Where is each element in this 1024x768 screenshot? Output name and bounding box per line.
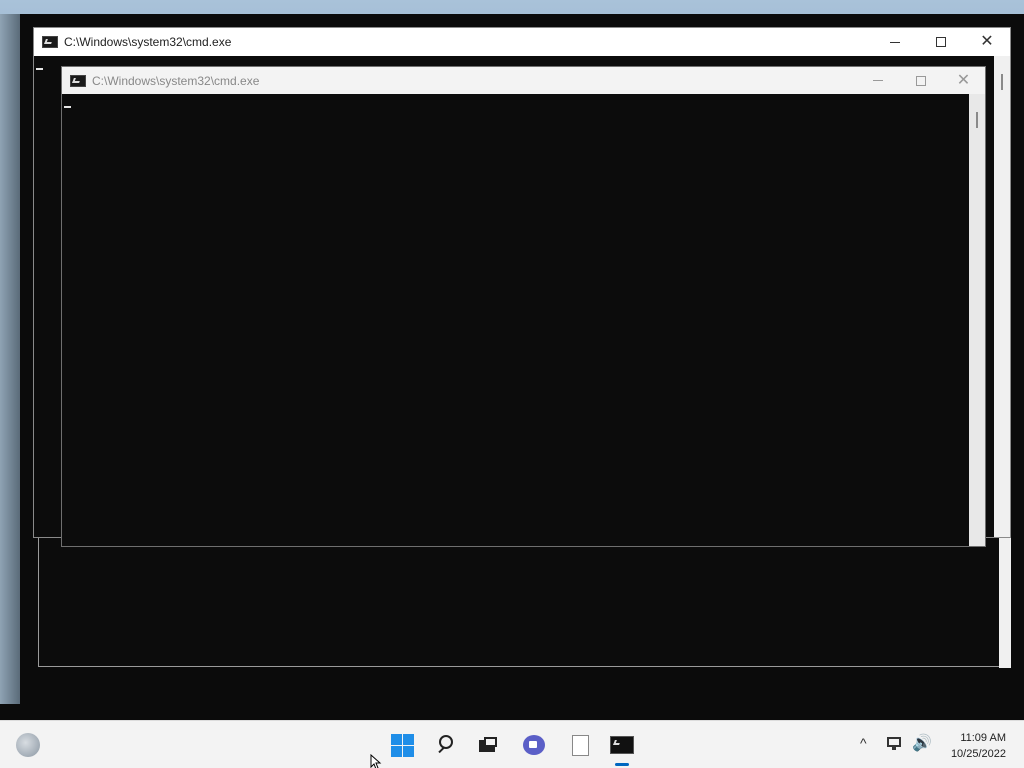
vertical-scrollbar[interactable] <box>994 56 1010 537</box>
taskbar: ^ 🔊 11:09 AM 10/25/2022 <box>0 720 1024 768</box>
start-tile <box>391 734 402 745</box>
text-cursor <box>36 68 43 70</box>
document-icon[interactable] <box>568 733 592 757</box>
scrollbar-thumb[interactable] <box>1001 74 1003 90</box>
cmd-taskbar-icon[interactable] <box>609 733 635 757</box>
network-icon[interactable] <box>887 735 905 751</box>
cmd-icon <box>70 74 86 87</box>
task-view-icon[interactable] <box>476 733 500 757</box>
close-button[interactable]: ✕ <box>964 28 1010 56</box>
active-app-indicator <box>615 763 629 766</box>
start-tile <box>391 746 402 757</box>
search-lens <box>439 735 453 749</box>
background-window-scrollbar[interactable] <box>999 537 1011 668</box>
clock-time: 11:09 AM <box>960 732 1006 744</box>
teams-chat-icon[interactable] <box>522 733 546 757</box>
document-page <box>571 734 589 756</box>
window-title: C:\Windows\system32\cmd.exe <box>64 35 232 49</box>
maximize-button[interactable] <box>918 28 964 56</box>
network-stand <box>892 747 896 750</box>
start-tile <box>403 734 414 745</box>
close-icon: ✕ <box>956 71 971 89</box>
scrollbar-thumb[interactable] <box>976 112 978 128</box>
cmd-screen <box>610 736 634 754</box>
window-controls: ✕ <box>872 28 1010 56</box>
window-title: C:\Windows\system32\cmd.exe <box>92 73 260 88</box>
minimize-button[interactable] <box>856 67 899 94</box>
background-console-window[interactable] <box>38 536 1011 668</box>
cmd-icon <box>42 36 58 48</box>
start-tile <box>403 746 414 757</box>
search-handle <box>438 746 445 754</box>
console-output[interactable] <box>62 94 969 546</box>
mouse-pointer-icon <box>370 754 382 768</box>
text-cursor <box>64 106 71 108</box>
title-bar[interactable]: C:\Windows\system32\cmd.exe ✕ <box>62 67 985 94</box>
show-hidden-icons-chevron-icon[interactable]: ^ <box>860 735 867 751</box>
widgets-icon[interactable] <box>16 733 40 757</box>
maximize-icon <box>915 75 926 86</box>
maximize-icon <box>936 37 946 47</box>
windows-start-icon[interactable] <box>390 733 414 757</box>
task-view-front <box>484 737 497 747</box>
chat-bubble <box>523 735 545 755</box>
minimize-icon <box>890 41 900 43</box>
minimize-icon <box>872 80 883 81</box>
vertical-scrollbar[interactable] <box>969 94 985 546</box>
clock-date: 10/25/2022 <box>950 748 1006 760</box>
system-clock[interactable]: 11:09 AM 10/25/2022 <box>951 730 1006 762</box>
volume-icon[interactable]: 🔊 <box>912 733 932 753</box>
maximize-button[interactable] <box>899 67 942 94</box>
network-monitor <box>887 737 901 747</box>
cmd-window-inner[interactable]: C:\Windows\system32\cmd.exe ✕ <box>61 66 986 547</box>
desktop-wallpaper-strip <box>0 14 20 704</box>
title-bar[interactable]: C:\Windows\system32\cmd.exe ✕ <box>34 28 1010 56</box>
minimize-button[interactable] <box>872 28 918 56</box>
close-icon: ✕ <box>980 33 994 50</box>
window-controls: ✕ <box>856 67 985 94</box>
search-icon[interactable] <box>435 733 459 757</box>
close-button[interactable]: ✕ <box>942 67 985 94</box>
